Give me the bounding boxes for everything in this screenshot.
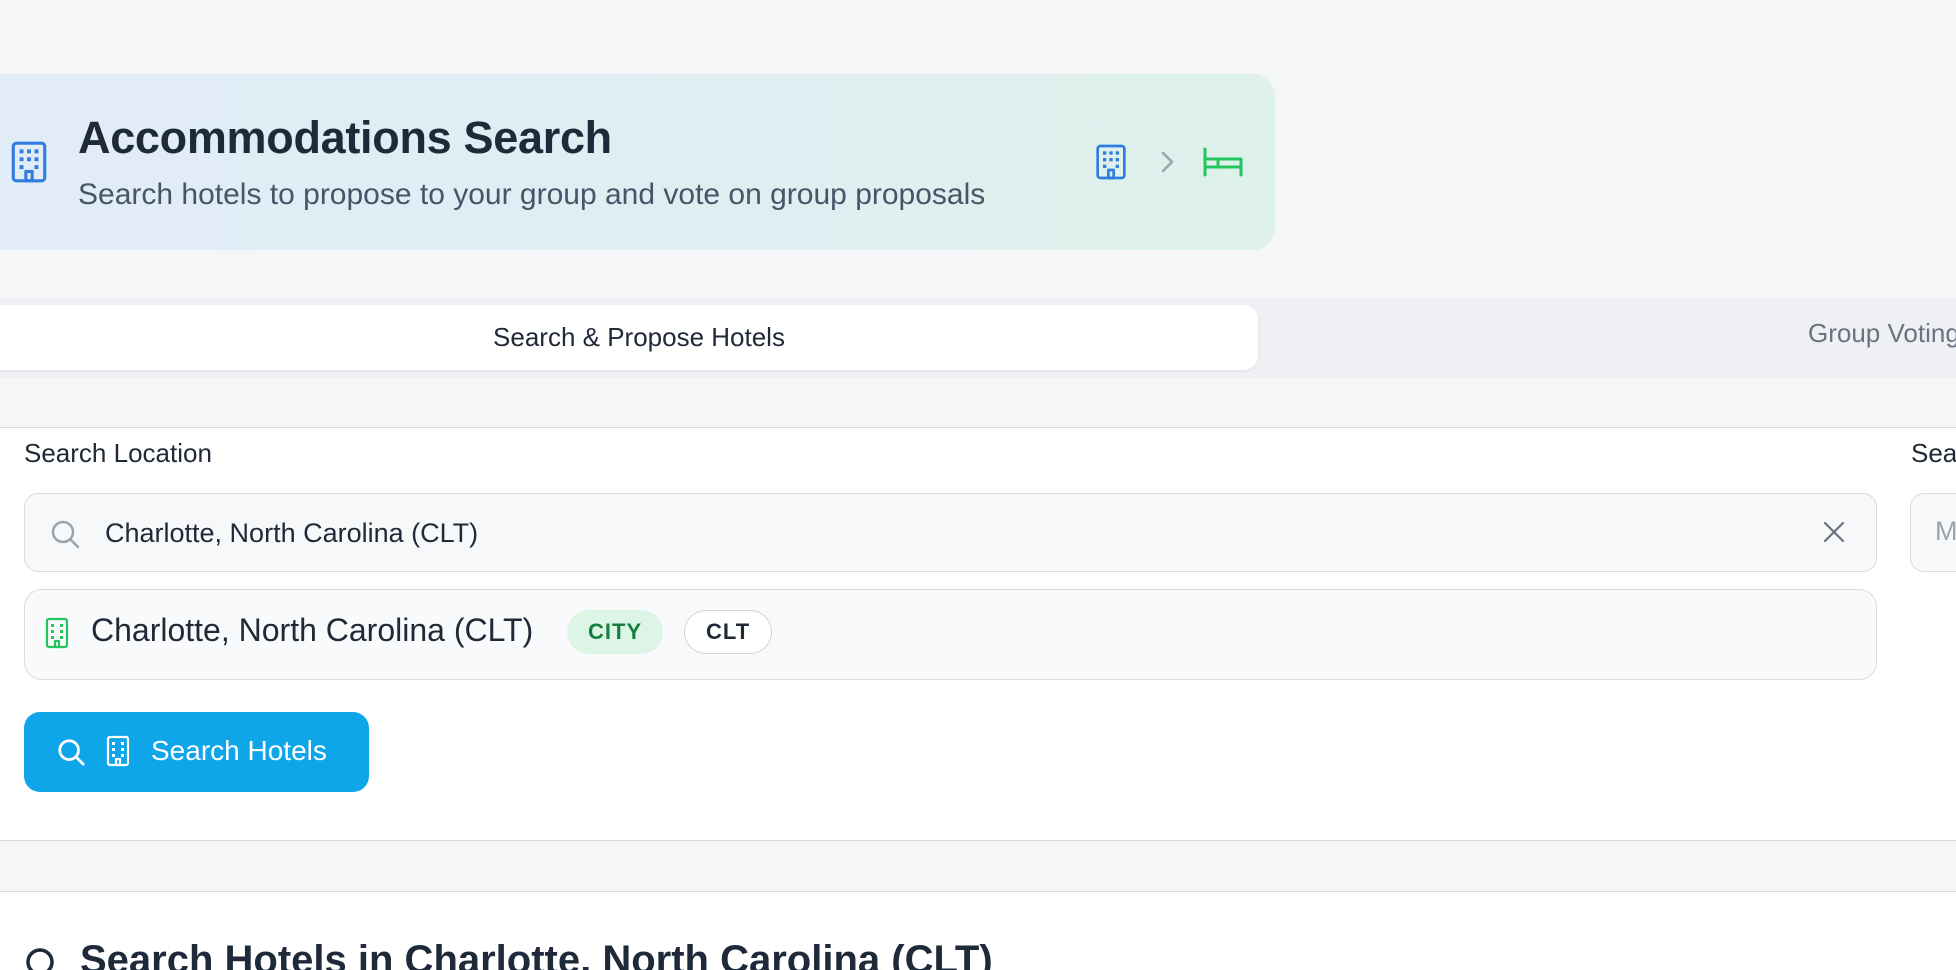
search-icon <box>51 520 80 549</box>
building-icon <box>106 735 130 767</box>
tab-group-voting[interactable]: Group Voting <box>1808 318 1956 358</box>
bed-icon <box>1203 147 1243 177</box>
search-icon <box>58 739 85 766</box>
second-search-field[interactable]: M <box>1910 493 1956 572</box>
page-subtitle: Search hotels to propose to your group a… <box>78 178 986 211</box>
page-title: Accommodations Search <box>78 112 612 163</box>
search-hotels-button[interactable]: Search Hotels <box>24 712 369 792</box>
location-search-field[interactable] <box>24 493 1877 572</box>
second-field-placeholder: M <box>1935 516 1956 546</box>
building-icon <box>45 617 69 649</box>
building-icon <box>1096 144 1126 180</box>
airport-code-badge: CLT <box>684 610 773 654</box>
location-suggestion[interactable]: Charlotte, North Carolina (CLT) CITY CLT <box>24 589 1877 680</box>
tab-search-propose[interactable]: Search & Propose Hotels <box>0 305 1258 370</box>
search-location-label: Search Location <box>24 438 212 468</box>
second-field-label: Search <box>1911 438 1956 468</box>
accommodations-page: Accommodations Search Search hotels to p… <box>0 0 1956 970</box>
suggestion-name: Charlotte, North Carolina (CLT) <box>91 612 534 648</box>
close-icon[interactable] <box>1822 520 1846 544</box>
results-title: Search Hotels in Charlotte, North Caroli… <box>80 938 993 970</box>
search-hotels-label: Search Hotels <box>151 735 327 766</box>
tab-label: Search & Propose Hotels <box>493 322 785 352</box>
building-icon <box>11 141 47 183</box>
chevron-right-icon <box>1161 151 1174 173</box>
city-badge: CITY <box>567 610 664 654</box>
search-icon <box>26 948 54 970</box>
location-search-input[interactable] <box>105 508 1755 558</box>
